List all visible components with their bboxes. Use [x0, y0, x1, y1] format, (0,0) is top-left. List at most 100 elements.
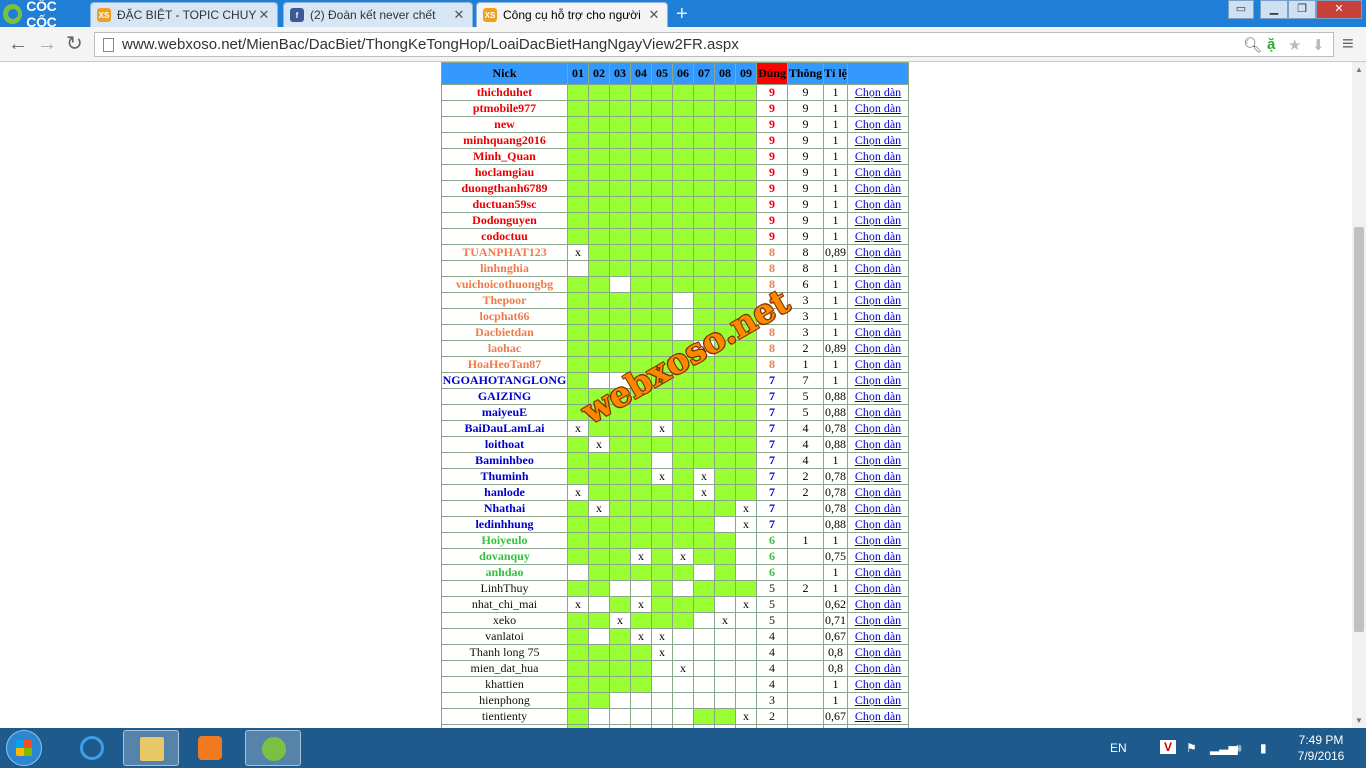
- chon-dan-link[interactable]: Chọn dàn: [855, 453, 901, 467]
- scrollbar-thumb[interactable]: [1354, 227, 1364, 632]
- dictionary-icon[interactable]: ặ: [1267, 36, 1275, 53]
- result-cell: [693, 84, 715, 101]
- chon-dan-link[interactable]: Chọn dàn: [855, 293, 901, 307]
- volume-icon[interactable]: 🔊︎: [1234, 741, 1242, 756]
- new-tab-icon[interactable]: +: [676, 4, 688, 24]
- chon-dan-link[interactable]: Chọn dàn: [855, 245, 901, 259]
- chon-dan-link[interactable]: Chọn dàn: [855, 85, 901, 99]
- chon-dan-link[interactable]: Chọn dàn: [855, 597, 901, 611]
- chon-dan-link[interactable]: Chọn dàn: [855, 101, 901, 115]
- antivirus-icon[interactable]: V: [1160, 740, 1176, 754]
- flag-icon[interactable]: ⚑: [1186, 741, 1197, 755]
- chon-dan-link[interactable]: Chọn dàn: [855, 277, 901, 291]
- chon-dan-link[interactable]: Chọn dàn: [855, 373, 901, 387]
- chon-dan-link[interactable]: Chọn dàn: [855, 485, 901, 499]
- chon-dan-link[interactable]: Chọn dàn: [855, 533, 901, 547]
- result-cell: [567, 612, 589, 629]
- chon-dan-link[interactable]: Chọn dàn: [855, 229, 901, 243]
- start-button[interactable]: [6, 730, 42, 766]
- close-icon[interactable]: ✕: [257, 7, 271, 23]
- chon-dan-link[interactable]: Chọn dàn: [855, 213, 901, 227]
- chon-dan-link[interactable]: Chọn dàn: [855, 613, 901, 627]
- chon-dan-cell: Chọn dàn: [847, 580, 909, 597]
- taskbar-ie[interactable]: [64, 730, 120, 766]
- chon-dan-link[interactable]: Chọn dàn: [855, 501, 901, 515]
- result-cell: [693, 660, 715, 677]
- scroll-down-icon[interactable]: ▼: [1355, 716, 1363, 725]
- tab-facebook[interactable]: f (2) Đoàn kết never chết ✕: [283, 2, 473, 27]
- close-window-icon[interactable]: ✕: [1316, 0, 1362, 19]
- chon-dan-link[interactable]: Chọn dàn: [855, 469, 901, 483]
- scroll-up-icon[interactable]: ▲: [1355, 65, 1363, 74]
- chon-dan-link[interactable]: Chọn dàn: [855, 661, 901, 675]
- profile-icon[interactable]: ▭: [1228, 0, 1254, 19]
- tile-cell: 0,78: [823, 468, 848, 485]
- chon-dan-link[interactable]: Chọn dàn: [855, 149, 901, 163]
- tile-cell: 0,8: [823, 644, 848, 661]
- search-icon[interactable]: 🔍︎: [1243, 36, 1262, 54]
- chon-dan-link[interactable]: Chọn dàn: [855, 165, 901, 179]
- thong-cell: 2: [787, 580, 824, 597]
- chon-dan-link[interactable]: Chọn dàn: [855, 389, 901, 403]
- chon-dan-cell: Chọn dàn: [847, 436, 909, 453]
- chon-dan-link[interactable]: Chọn dàn: [855, 133, 901, 147]
- header-nick: Nick: [441, 62, 568, 85]
- taskbar-explorer[interactable]: [123, 730, 179, 766]
- battery-icon[interactable]: ▮: [1260, 741, 1267, 755]
- result-cell: [567, 580, 589, 597]
- chon-dan-link[interactable]: Chọn dàn: [855, 581, 901, 595]
- taskbar-coccoc[interactable]: [245, 730, 301, 766]
- download-icon[interactable]: ⬇: [1312, 36, 1325, 54]
- chon-dan-link[interactable]: Chọn dàn: [855, 693, 901, 707]
- result-cell: [714, 516, 736, 533]
- minimize-icon[interactable]: ▁: [1260, 0, 1288, 19]
- system-clock[interactable]: 7:49 PM 7/9/2016: [1290, 732, 1352, 764]
- chon-dan-link[interactable]: Chọn dàn: [855, 197, 901, 211]
- chon-dan-link[interactable]: Chọn dàn: [855, 645, 901, 659]
- chon-dan-link[interactable]: Chọn dàn: [855, 565, 901, 579]
- chon-dan-link[interactable]: Chọn dàn: [855, 421, 901, 435]
- chon-dan-link[interactable]: Chọn dàn: [855, 405, 901, 419]
- thong-cell: [787, 628, 824, 645]
- url-text[interactable]: www.webxoso.net/MienBac/DacBiet/ThongKeT…: [122, 36, 739, 53]
- taskbar-media[interactable]: [182, 730, 238, 766]
- result-cell: [567, 676, 589, 693]
- chon-dan-link[interactable]: Chọn dàn: [855, 437, 901, 451]
- tab-dac-biet[interactable]: XS ĐẶC BIỆT - TOPIC CHUYÊN ✕: [90, 2, 278, 27]
- result-cell: [630, 516, 652, 533]
- forward-icon[interactable]: →: [37, 33, 57, 55]
- chon-dan-link[interactable]: Chọn dàn: [855, 117, 901, 131]
- chon-dan-link[interactable]: Chọn dàn: [855, 309, 901, 323]
- chon-dan-link[interactable]: Chọn dàn: [855, 325, 901, 339]
- chon-dan-link[interactable]: Chọn dàn: [855, 181, 901, 195]
- result-cell: [735, 212, 757, 229]
- chon-dan-link[interactable]: Chọn dàn: [855, 517, 901, 531]
- maximize-icon[interactable]: ❐: [1288, 0, 1316, 19]
- chon-dan-link[interactable]: Chọn dàn: [855, 549, 901, 563]
- language-indicator[interactable]: EN: [1110, 741, 1127, 755]
- dung-cell: 6: [756, 532, 788, 549]
- chon-dan-link[interactable]: Chọn dàn: [855, 709, 901, 723]
- chon-dan-link[interactable]: Chọn dàn: [855, 341, 901, 355]
- chon-dan-link[interactable]: Chọn dàn: [855, 261, 901, 275]
- address-bar[interactable]: www.webxoso.net/MienBac/DacBiet/ThongKeT…: [94, 32, 1334, 57]
- vertical-scrollbar[interactable]: ▲ ▼: [1352, 62, 1366, 728]
- nick-cell: Hoiyeulo: [441, 532, 568, 549]
- reload-icon[interactable]: ↻: [66, 33, 83, 55]
- nick-cell: duongthanh6789: [441, 180, 568, 197]
- tab-cong-cu[interactable]: XS Công cụ hỗ trợ cho người ✕: [476, 2, 668, 27]
- thong-cell: 1: [787, 356, 824, 373]
- close-icon[interactable]: ✕: [452, 7, 466, 23]
- xs-icon: XS: [483, 8, 497, 22]
- chon-dan-link[interactable]: Chọn dàn: [855, 677, 901, 691]
- back-icon[interactable]: ←: [8, 33, 28, 55]
- table-row: Baminhbeo 7 4 1 Chọn dàn: [441, 452, 909, 469]
- close-icon[interactable]: ✕: [647, 7, 661, 23]
- menu-icon[interactable]: ≡: [1342, 33, 1354, 55]
- coccoc-menu-button[interactable]: CỐC CỐC: [0, 0, 88, 30]
- chon-dan-link[interactable]: Chọn dàn: [855, 629, 901, 643]
- result-cell: [609, 676, 631, 693]
- chon-dan-cell: Chọn dàn: [847, 660, 909, 677]
- bookmark-star-icon[interactable]: ★: [1288, 36, 1301, 54]
- chon-dan-link[interactable]: Chọn dàn: [855, 357, 901, 371]
